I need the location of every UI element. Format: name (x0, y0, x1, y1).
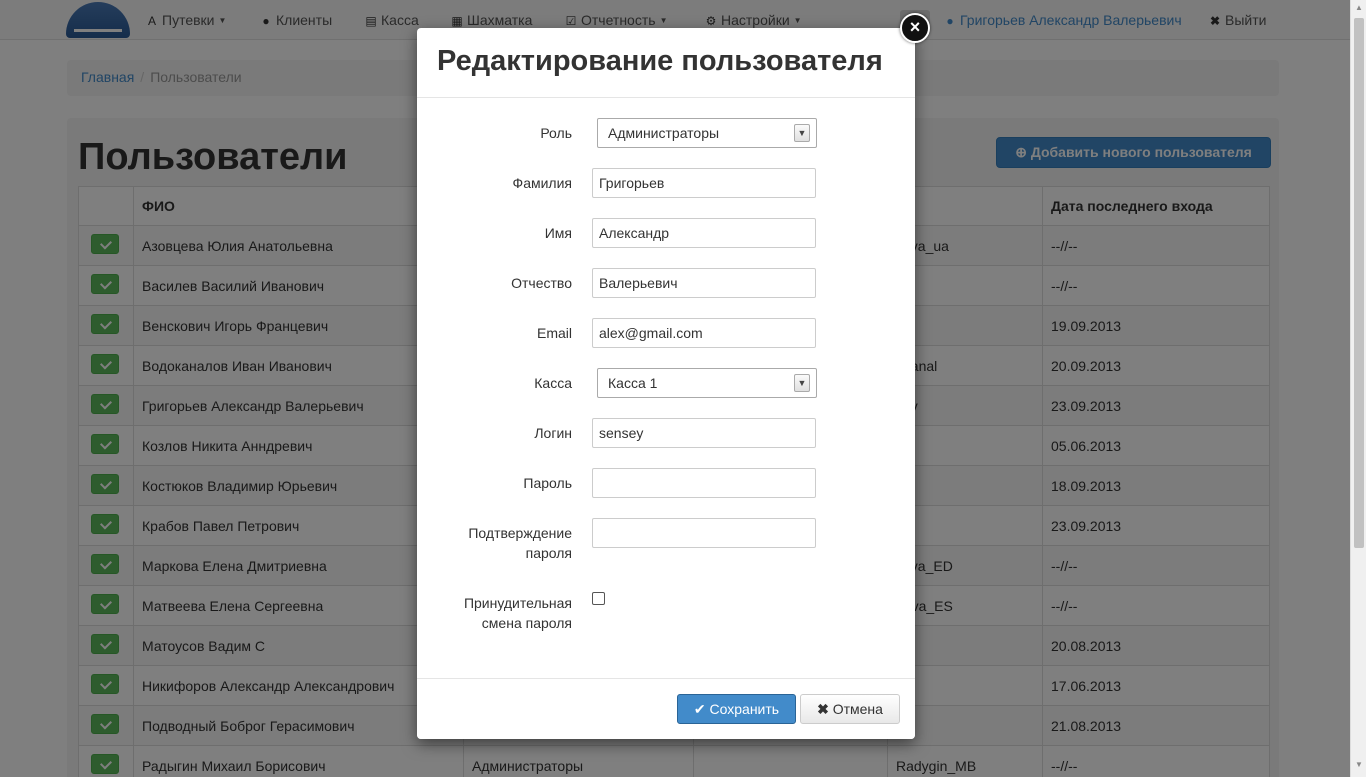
email-label: Email (536, 325, 572, 341)
modal-close-button[interactable]: × (900, 13, 930, 43)
save-button[interactable]: ✔ Сохранить (677, 694, 796, 724)
scroll-up-icon[interactable]: ▲ (1355, 3, 1363, 12)
role-select[interactable]: Администраторы ▼ (597, 118, 817, 148)
lastname-label: Фамилия (512, 175, 572, 191)
edit-user-modal: Редактирование пользователя Роль Админис… (417, 28, 915, 739)
cashbox-select[interactable]: Касса 1 ▼ (597, 368, 817, 398)
login-field[interactable]: sensey (592, 418, 816, 448)
modal-footer: ✔ Сохранить ✖ Отмена (417, 678, 915, 739)
force-change-checkbox[interactable] (592, 592, 605, 605)
lastname-field[interactable]: Григорьев (592, 168, 816, 198)
scroll-down-icon[interactable]: ▼ (1355, 760, 1363, 769)
password-label: Пароль (523, 475, 572, 491)
confirm-password-field[interactable] (592, 518, 816, 548)
modal-header: Редактирование пользователя (417, 28, 915, 98)
chevron-down-icon: ▼ (794, 374, 810, 392)
firstname-label: Имя (544, 225, 572, 241)
role-label: Роль (540, 125, 572, 141)
chevron-down-icon: ▼ (794, 124, 810, 142)
cashbox-label: Касса (534, 375, 572, 391)
force-change-label: Принудительная смена пароля (463, 595, 572, 631)
check-icon: ✔ (693, 701, 706, 717)
cancel-button[interactable]: ✖ Отмена (800, 694, 900, 724)
login-label: Логин (534, 425, 572, 441)
confirm-password-label: Подтверждение пароля (468, 525, 572, 561)
email-field[interactable]: alex@gmail.com (592, 318, 816, 348)
close-icon: ✖ (817, 701, 829, 717)
middlename-field[interactable]: Валерьевич (592, 268, 816, 298)
modal-title: Редактирование пользователя (437, 45, 883, 77)
scrollbar-thumb[interactable] (1354, 18, 1364, 548)
password-field[interactable] (592, 468, 816, 498)
middlename-label: Отчество (511, 275, 572, 291)
firstname-field[interactable]: Александр (592, 218, 816, 248)
page-scrollbar[interactable]: ▲ ▼ (1350, 0, 1366, 777)
